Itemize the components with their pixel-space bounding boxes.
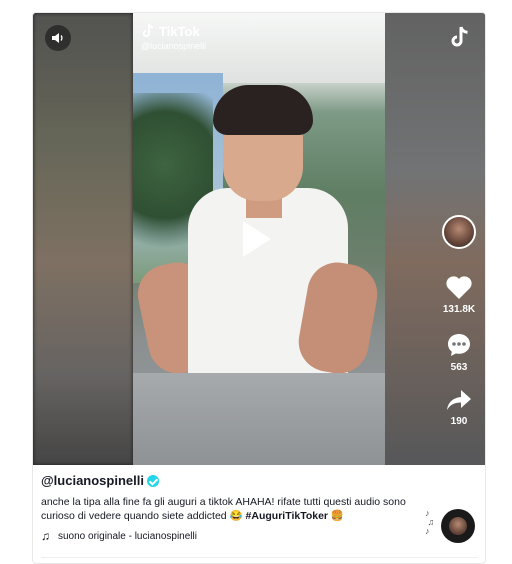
share-button[interactable]: 190 <box>438 387 480 427</box>
blurred-backdrop-left <box>33 13 133 465</box>
comment-button[interactable]: 563 <box>438 331 480 373</box>
floating-notes-icon: ♪ ♫ ♪ <box>425 508 435 536</box>
music-note-icon: ♫ <box>41 529 50 543</box>
video-frame[interactable] <box>133 13 385 465</box>
divider <box>41 557 477 558</box>
creator-avatar[interactable] <box>442 215 476 249</box>
post-description: anche la tipa alla fine fa gli auguri a … <box>41 496 406 522</box>
play-icon[interactable] <box>243 221 271 257</box>
verified-icon <box>146 474 159 487</box>
watermark-brand: TikTok <box>159 23 200 39</box>
tiktok-watermark: TikTok @lucianospinelli <box>141 23 207 52</box>
share-count: 190 <box>450 416 468 427</box>
music-title[interactable]: suono originale - lucianospinelli <box>58 531 197 542</box>
comment-count: 563 <box>450 362 468 373</box>
comment-icon <box>448 334 470 356</box>
video-player[interactable]: TikTok @lucianospinelli 131.8K 563 190 <box>33 13 485 465</box>
like-button[interactable]: 131.8K <box>438 275 480 315</box>
sound-icon <box>52 33 63 43</box>
share-icon <box>447 390 471 410</box>
hashtag-link[interactable]: #AuguriTikToker <box>246 510 328 522</box>
like-count: 131.8K <box>442 304 476 315</box>
tiktok-logo-icon <box>451 26 468 47</box>
post-username[interactable]: @lucianospinelli <box>41 473 159 488</box>
tiktok-corner-logo[interactable] <box>449 25 471 54</box>
music-disc[interactable] <box>441 509 475 543</box>
post-info: @lucianospinelli anche la tipa alla fine… <box>33 465 485 563</box>
sound-button[interactable] <box>45 25 71 51</box>
heart-icon <box>446 276 472 299</box>
watermark-username: @lucianospinelli <box>141 41 207 51</box>
tiktok-logo-icon <box>142 23 154 38</box>
tiktok-embed-card: TikTok @lucianospinelli 131.8K 563 190 @… <box>32 12 486 564</box>
music-info[interactable]: ♫ suono originale - lucianospinelli <box>41 529 197 543</box>
